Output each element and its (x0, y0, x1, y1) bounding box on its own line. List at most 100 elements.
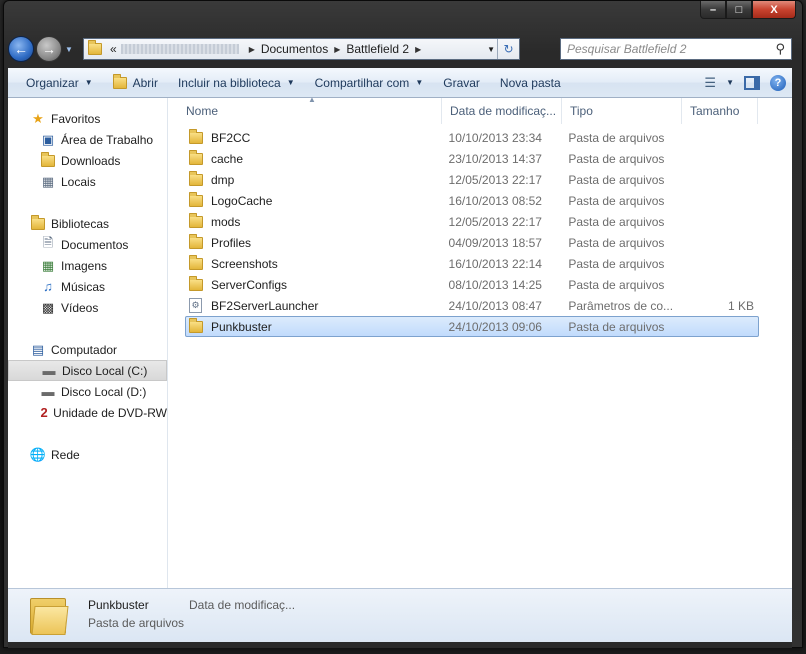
pictures-icon: ▦ (41, 257, 55, 273)
file-date: 23/10/2013 14:37 (448, 151, 542, 166)
sidebar-item-documents[interactable]: 🗎 Documentos (8, 234, 167, 255)
view-options-icon[interactable]: ☰ (704, 75, 716, 91)
column-header-type[interactable]: Tipo (562, 98, 682, 124)
minimize-button[interactable]: – (700, 1, 726, 19)
file-list[interactable]: ▲ Nome Data de modificaç... Tipo Tamanho… (178, 95, 792, 588)
sidebar-item-label: Unidade de DVD-RW (53, 405, 167, 420)
file-date: 16/10/2013 22:14 (448, 256, 542, 271)
sidebar-item-pictures[interactable]: ▦ Imagens (8, 255, 167, 276)
share-with-button[interactable]: Compartilhar com ▼ (305, 68, 434, 97)
file-date: 04/09/2013 18:57 (448, 235, 542, 250)
search-icon[interactable]: ⚲ (775, 41, 785, 57)
file-name: ServerConfigs (211, 277, 288, 292)
column-header-size[interactable]: Tamanho (682, 98, 758, 124)
file-date: 10/10/2013 23:34 (448, 130, 542, 145)
folder-icon (189, 317, 203, 333)
chevron-down-icon: ▼ (286, 78, 295, 87)
breadcrumb-documentos[interactable]: Documentos (261, 42, 328, 56)
file-name-cell: Punkbuster (186, 317, 443, 334)
folder-icon (88, 40, 102, 55)
table-row[interactable]: Profiles 04/09/2013 18:57 Pasta de arquivo… (185, 232, 759, 253)
table-row[interactable]: LogoCache 16/10/2013 08:52 Pasta de arquiv… (185, 190, 759, 211)
file-name-cell: ServerConfigs (186, 275, 443, 292)
sidebar-item-computer[interactable]: ▤ Computador (8, 339, 167, 360)
column-header-date[interactable]: Data de modificaç... (442, 98, 562, 124)
toolbar-right-group: ☰ ▼ ? (704, 68, 786, 97)
search-input[interactable]: Pesquisar Battlefield 2 ⚲ (560, 38, 792, 60)
maximize-button[interactable]: □ (726, 1, 752, 19)
table-row[interactable]: Punkbuster 24/10/2013 09:06 Pasta de arqui… (185, 316, 759, 337)
share-with-label: Compartilhar com (314, 75, 410, 90)
sidebar-item-videos[interactable]: ▩ Vídeos (8, 297, 167, 318)
computer-icon: ▤ (31, 341, 45, 357)
sidebar-item-music[interactable]: ♫ Músicas (8, 276, 167, 297)
close-button[interactable]: X (752, 1, 796, 19)
breadcrumb-separator-icon[interactable]: ▶ (415, 45, 421, 54)
folder-icon (189, 275, 203, 291)
table-row[interactable]: mods 12/05/2013 22:17 Pasta de arquivos (185, 211, 759, 232)
sidebar-item-label: Disco Local (D:) (61, 384, 147, 399)
sidebar-item-desktop[interactable]: ▣ Área de Trabalho (8, 129, 167, 150)
forward-button[interactable]: → (36, 36, 62, 62)
libraries-icon (30, 214, 46, 232)
burn-button[interactable]: Gravar (433, 68, 490, 97)
sidebar-item-downloads[interactable]: Downloads (8, 150, 167, 171)
caption-buttons: – □ X (700, 1, 796, 19)
sidebar-item-local-disk-c[interactable]: ▬ Disco Local (C:) (8, 360, 167, 381)
file-name: BF2ServerLauncher (211, 298, 319, 313)
new-folder-button[interactable]: Nova pasta (490, 68, 571, 97)
burn-label: Gravar (443, 75, 480, 90)
recent-pages-dropdown[interactable]: ▼ (65, 45, 73, 54)
refresh-icon[interactable]: ↻ (497, 39, 519, 59)
navigation-bar: ← → ▼ « ▶ Documentos ▶ Battlefield 2 ▶ ▼… (8, 34, 792, 64)
sidebar-item-label: Favoritos (51, 111, 101, 126)
address-overflow[interactable]: « (110, 42, 117, 56)
table-row[interactable]: ⚙ BF2ServerLauncher 24/10/2013 08:47 Parâme… (185, 295, 759, 316)
breadcrumb-separator-icon[interactable]: ▶ (249, 45, 255, 54)
back-button[interactable]: ← (8, 36, 34, 62)
table-row[interactable]: dmp 12/05/2013 22:17 Pasta de arquivos (185, 169, 759, 190)
file-name: Punkbuster (211, 319, 272, 334)
chevron-down-icon: ▼ (84, 78, 93, 87)
organize-button[interactable]: Organizar ▼ (16, 68, 103, 97)
navigation-pane[interactable]: ★ Favoritos ▣ Área de Trabalho Downloads… (8, 98, 168, 588)
preview-pane-icon[interactable] (744, 75, 760, 90)
breadcrumb-battlefield-2[interactable]: Battlefield 2 (346, 42, 409, 56)
sidebar-item-libraries[interactable]: Bibliotecas (8, 213, 167, 234)
file-name: Profiles (211, 235, 252, 250)
help-icon[interactable]: ? (770, 74, 786, 91)
address-history-dropdown[interactable]: ▼ (487, 45, 495, 54)
table-row[interactable]: ServerConfigs 08/10/2013 14:25 Pasta de ar… (185, 274, 759, 295)
table-row[interactable]: cache 23/10/2013 14:37 Pasta de arquivos (185, 148, 759, 169)
sidebar-item-local-disk-d[interactable]: ▬ Disco Local (D:) (8, 381, 167, 402)
sidebar-item-label: Vídeos (61, 300, 99, 315)
large-folder-icon (30, 596, 70, 636)
sidebar-item-label: Imagens (61, 258, 108, 273)
table-row[interactable]: Screenshots 16/10/2013 22:14 Pasta de arqu… (185, 253, 759, 274)
sidebar-item-network[interactable]: 🌐 Rede (8, 444, 167, 465)
open-button[interactable]: Abrir (103, 68, 168, 97)
file-rows: BF2CC 10/10/2013 23:34 Pasta de arquivos ca… (178, 127, 792, 337)
file-type: Pasta de arquivos (568, 235, 665, 250)
table-row[interactable]: BF2CC 10/10/2013 23:34 Pasta de arquivos (185, 127, 759, 148)
sidebar-item-dvd-drive[interactable]: 2 Unidade de DVD-RW (8, 402, 167, 423)
file-name: Screenshots (211, 256, 278, 271)
sidebar-item-favorites[interactable]: ★ Favoritos (8, 108, 167, 129)
sidebar-item-label: Computador (51, 342, 118, 357)
address-bar[interactable]: « ▶ Documentos ▶ Battlefield 2 ▶ ▼ ↻ (83, 38, 520, 60)
file-name-cell: dmp (186, 170, 443, 187)
file-name: BF2CC (211, 130, 251, 145)
breadcrumb-separator-icon[interactable]: ▶ (334, 45, 340, 54)
include-library-button[interactable]: Incluir na biblioteca ▼ (168, 68, 305, 97)
dvd-drive-icon: 2 (40, 405, 48, 420)
network-icon: 🌐 (29, 446, 47, 462)
open-label: Abrir (132, 75, 158, 90)
sidebar-item-recent-places[interactable]: ▦ Locais (8, 171, 167, 192)
sidebar-item-label: Rede (51, 447, 80, 462)
view-options-dropdown-icon[interactable]: ▼ (726, 78, 734, 87)
folder-icon (189, 128, 203, 144)
file-date: 08/10/2013 14:25 (448, 277, 542, 292)
file-date: 12/05/2013 22:17 (448, 214, 542, 229)
